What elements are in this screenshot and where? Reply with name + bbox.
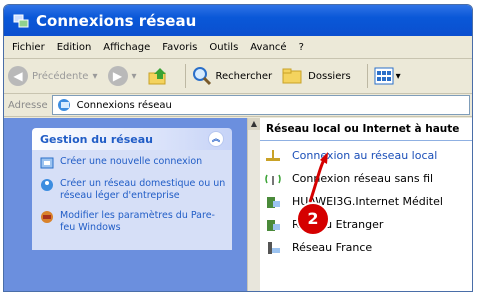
up-folder-button[interactable]	[147, 66, 169, 86]
lan-connection-icon	[266, 149, 280, 161]
menu-outils[interactable]: Outils	[209, 42, 238, 53]
toolbar-separator	[184, 64, 186, 88]
task-create-connection[interactable]: Créer une nouvelle connexion	[40, 156, 226, 170]
folders-button[interactable]: Dossiers	[282, 67, 351, 85]
connection-item-huawei[interactable]: HUAWEI3G.Internet Méditel	[260, 190, 472, 213]
dialup-connection-icon	[268, 241, 280, 254]
toolbar: ◀ Précédente ▾ ▶ ▾ Rechercher Dossiers ▾	[4, 59, 472, 94]
connection-item-etranger[interactable]: Réseau Etranger	[260, 213, 472, 236]
title-bar[interactable]: Connexions réseau	[4, 5, 472, 36]
toolbar-separator	[366, 64, 368, 88]
connections-pane: Réseau local ou Internet à haute Connexi…	[260, 118, 472, 291]
folders-label: Dossiers	[308, 70, 351, 82]
connection-label: Réseau France	[292, 241, 373, 254]
window-title: Connexions réseau	[36, 11, 197, 30]
folders-icon	[282, 68, 302, 84]
network-tasks-panel: Gestion du réseau ︽ Créer une nouvelle c…	[32, 128, 232, 250]
collapse-chevron-icon[interactable]: ︽	[208, 131, 224, 147]
new-connection-icon	[40, 157, 54, 169]
task-label: Créer un réseau domestique ou un réseau …	[60, 178, 226, 201]
menu-bar: Fichier Edition Affichage Favoris Outils…	[4, 36, 472, 59]
tasks-pane-scrollbar[interactable]: ▲	[247, 118, 260, 291]
connection-item-france[interactable]: Réseau France	[260, 236, 472, 259]
dialup-connection-icon	[267, 219, 280, 231]
search-button[interactable]: Rechercher	[192, 66, 273, 86]
network-tasks-header[interactable]: Gestion du réseau ︽	[32, 128, 232, 150]
back-arrow-icon: ◀	[8, 66, 28, 86]
back-label: Précédente	[32, 70, 89, 82]
forward-button[interactable]: ▶ ▾	[107, 66, 137, 86]
menu-help[interactable]: ?	[299, 42, 304, 53]
home-network-icon	[41, 179, 53, 191]
explorer-window: Connexions réseau Fichier Edition Affich…	[3, 4, 473, 292]
firewall-icon	[41, 211, 53, 223]
modem-connection-icon	[267, 196, 280, 208]
search-icon	[192, 67, 211, 86]
wireless-connection-icon	[265, 174, 281, 185]
forward-dropdown-icon[interactable]: ▾	[132, 71, 137, 82]
menu-favoris[interactable]: Favoris	[162, 42, 197, 53]
connection-label: Connexion réseau sans fil	[292, 172, 434, 185]
task-firewall-settings[interactable]: Modifier les paramètres du Pare-feu Wind…	[40, 210, 226, 234]
task-label: Créer une nouvelle connexion	[60, 156, 203, 167]
forward-arrow-icon: ▶	[107, 66, 128, 86]
network-connections-icon	[57, 99, 70, 111]
connection-item-wireless[interactable]: Connexion réseau sans fil	[260, 167, 472, 190]
views-button[interactable]: ▾	[374, 67, 401, 85]
network-tasks-list: Créer une nouvelle connexion Créer un ré…	[32, 150, 232, 250]
task-label: Modifier les paramètres du Pare-feu Wind…	[60, 210, 215, 233]
address-field[interactable]: Connexions réseau	[51, 95, 470, 115]
network-connections-icon	[13, 14, 29, 27]
up-folder-icon	[148, 68, 166, 85]
address-value: Connexions réseau	[76, 99, 172, 111]
search-label: Rechercher	[215, 70, 273, 82]
menu-avance[interactable]: Avancé	[250, 42, 286, 53]
menu-edition[interactable]: Edition	[57, 42, 92, 53]
content-area: Gestion du réseau ︽ Créer une nouvelle c…	[4, 118, 472, 291]
address-bar: Adresse Connexions réseau	[4, 94, 472, 117]
scroll-up-icon[interactable]: ▲	[248, 118, 260, 130]
back-button[interactable]: ◀ Précédente ▾	[8, 66, 98, 86]
tasks-pane: Gestion du réseau ︽ Créer une nouvelle c…	[4, 118, 260, 291]
task-create-home-network[interactable]: Créer un réseau domestique ou un réseau …	[40, 178, 226, 202]
connection-label: Connexion au réseau local	[292, 149, 438, 162]
connection-item-local[interactable]: Connexion au réseau local	[260, 144, 472, 167]
step-badge: 2	[296, 202, 330, 236]
back-dropdown-icon[interactable]: ▾	[92, 71, 97, 82]
connections-group-header: Réseau local ou Internet à haute	[260, 118, 472, 141]
views-icon	[374, 67, 394, 85]
views-dropdown-icon[interactable]: ▾	[396, 71, 401, 82]
menu-affichage[interactable]: Affichage	[103, 42, 150, 53]
address-label: Adresse	[8, 99, 48, 111]
network-tasks-title: Gestion du réseau	[40, 132, 153, 146]
menu-fichier[interactable]: Fichier	[12, 42, 45, 53]
